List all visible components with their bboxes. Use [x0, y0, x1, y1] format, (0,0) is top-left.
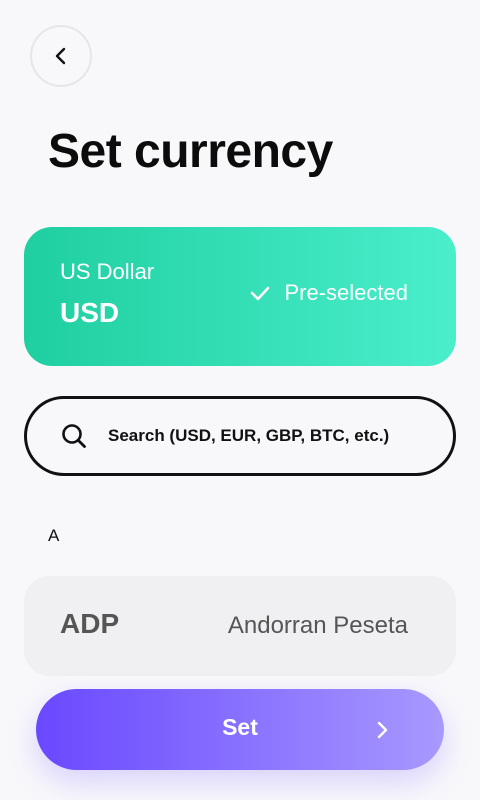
preselected-label: Pre-selected: [284, 280, 408, 305]
chevron-right-icon: [377, 721, 388, 739]
section-header-a: A: [48, 526, 60, 545]
search-icon: [62, 424, 86, 448]
chevron-left-icon: [55, 47, 66, 65]
check-icon: [251, 286, 270, 301]
selected-currency-name: US Dollar: [60, 259, 155, 284]
back-button[interactable]: [30, 25, 92, 87]
search-input[interactable]: [106, 425, 430, 447]
currency-code: ADP: [60, 608, 120, 639]
set-button[interactable]: Set: [36, 689, 444, 770]
preselected-badge: Pre-selected: [248, 280, 408, 306]
selected-currency-card: US Dollar USD Pre-selected: [24, 227, 456, 366]
currency-list-item[interactable]: ADP Andorran Peseta: [24, 576, 456, 676]
selected-currency-code: USD: [60, 297, 120, 328]
currency-name: Andorran Peseta: [227, 612, 408, 639]
page-title: Set currency: [48, 125, 333, 178]
search-box[interactable]: [24, 396, 456, 476]
